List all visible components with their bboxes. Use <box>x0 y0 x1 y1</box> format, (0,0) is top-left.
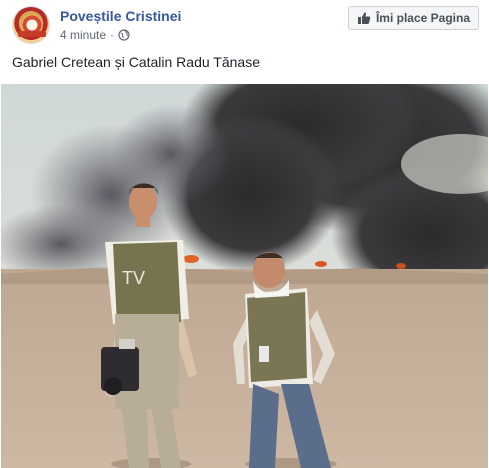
post-photo[interactable]: TV <box>1 84 488 468</box>
avatar-ribbon <box>18 31 46 37</box>
post-timestamp[interactable]: 4 minute <box>60 28 106 42</box>
thumbs-up-icon <box>357 12 371 24</box>
post-text: Gabriel Cretean și Catalin Radu Tănase <box>12 54 260 70</box>
desert-ground <box>1 269 488 468</box>
like-page-label: Îmi place Pagina <box>375 11 470 25</box>
post-meta: 4 minute · <box>60 28 130 42</box>
globe-icon[interactable] <box>118 29 130 41</box>
meta-separator: · <box>110 28 115 42</box>
facebook-post: Poveștile Cristinei 4 minute · Îmi place… <box>0 0 489 468</box>
vest-marking: TV <box>122 268 145 288</box>
page-name-link[interactable]: Poveștile Cristinei <box>60 8 181 24</box>
page-avatar[interactable] <box>12 6 50 44</box>
photo-image: TV <box>1 84 488 468</box>
like-page-button[interactable]: Îmi place Pagina <box>347 6 479 30</box>
post-header: Poveștile Cristinei 4 minute · Îmi place… <box>12 6 479 50</box>
